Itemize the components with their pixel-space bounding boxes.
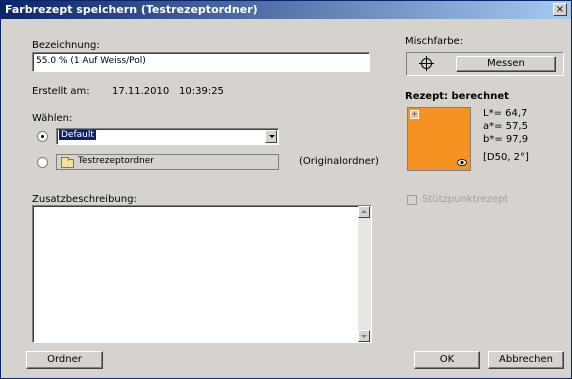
folder-icon — [61, 157, 74, 168]
title-bar[interactable]: Farbrezept speichern (Testrezeptordner) … — [1, 1, 571, 19]
waehlen-label: Wählen: — [32, 113, 73, 124]
b-value: b*= 97,9 — [483, 134, 529, 145]
a-value: a*= 57,5 — [483, 121, 528, 132]
bezeichnung-value: 55.0 % (1 Auf Weiss/Pol) — [36, 56, 146, 66]
l-value: L*= 64,7 — [483, 108, 528, 119]
testrezeptordner-field[interactable]: Testrezeptordner — [56, 154, 279, 170]
scroll-down-button[interactable] — [358, 330, 370, 342]
scroll-up-button[interactable] — [358, 206, 370, 218]
chevron-down-icon[interactable] — [265, 130, 277, 143]
mischfarbe-panel: Messen — [406, 52, 564, 76]
abbrechen-button[interactable]: Abbrechen — [488, 351, 564, 369]
mischfarbe-label: Mischfarbe: — [405, 36, 464, 47]
close-button[interactable]: × — [553, 3, 567, 16]
rezept-label: Rezept: berechnet — [405, 91, 509, 102]
expand-icon[interactable]: + — [410, 110, 419, 119]
originalordner-label: (Originalordner) — [299, 156, 379, 167]
color-swatch: + — [407, 107, 471, 171]
testrezeptordner-label: Testrezeptordner — [78, 156, 154, 166]
vertical-scrollbar[interactable] — [358, 206, 371, 342]
ordner-button[interactable]: Ordner — [26, 351, 103, 369]
default-dropdown[interactable]: Default — [56, 128, 279, 145]
zusatz-label: Zusatzbeschreibung: — [32, 194, 137, 205]
default-dropdown-value: Default — [59, 130, 96, 140]
bezeichnung-label: Bezeichnung: — [32, 40, 100, 51]
window-title: Farbrezept speichern (Testrezeptordner) — [5, 3, 258, 16]
messen-button[interactable]: Messen — [456, 56, 556, 72]
stuetzpunkt-label: Stützpunktrezept — [422, 194, 509, 205]
dialog-window: Farbrezept speichern (Testrezeptordner) … — [0, 0, 572, 379]
radio-testrezeptordner[interactable] — [37, 157, 48, 168]
bezeichnung-input[interactable]: 55.0 % (1 Auf Weiss/Pol) — [32, 52, 370, 72]
stuetzpunkt-checkbox[interactable] — [407, 195, 417, 205]
erstellt-date: 17.11.2010 — [112, 86, 170, 97]
illuminant-value: [D50, 2°] — [483, 152, 529, 163]
zusatz-textarea[interactable] — [32, 205, 372, 343]
eye-icon[interactable] — [457, 159, 467, 166]
erstellt-time: 10:39:25 — [179, 86, 224, 97]
erstellt-label: Erstellt am: — [32, 86, 90, 97]
ok-button[interactable]: OK — [414, 351, 480, 369]
radio-default[interactable] — [37, 131, 48, 142]
crosshair-icon[interactable] — [419, 56, 434, 71]
